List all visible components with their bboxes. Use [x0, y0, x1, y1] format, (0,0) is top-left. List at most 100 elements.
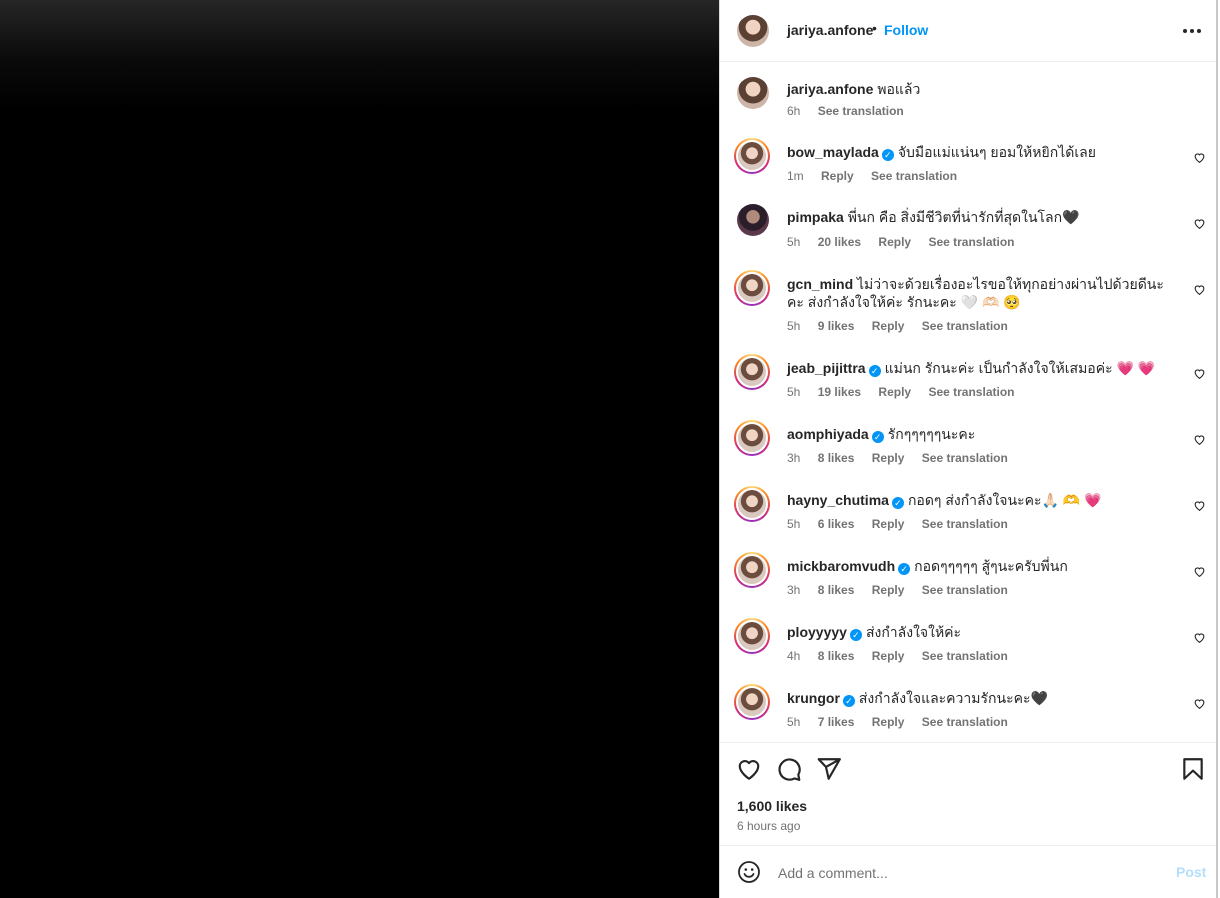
verified-badge-icon: ✓ — [871, 431, 884, 443]
comment-meta: 1m Reply See translation — [787, 169, 971, 183]
verified-badge-icon: ✓ — [849, 629, 862, 641]
comment-time: 3h — [787, 583, 801, 597]
like-comment-heart-icon[interactable] — [1193, 697, 1206, 710]
author-avatar[interactable] — [737, 15, 769, 47]
comment-bubble-icon[interactable] — [776, 756, 802, 782]
reply-button[interactable]: Reply — [872, 319, 905, 333]
like-comment-heart-icon[interactable] — [1193, 433, 1206, 446]
see-translation-link[interactable]: See translation — [922, 451, 1008, 465]
comment-text: ส่งกำลังใจและความรักนะคะ🖤 — [858, 690, 1048, 706]
comment-likes[interactable]: 9 likes — [818, 319, 855, 333]
author-username[interactable]: jariya.anfone — [787, 22, 873, 38]
emoji-icon[interactable] — [737, 860, 761, 884]
see-translation-link[interactable]: See translation — [922, 715, 1008, 729]
commenter-username[interactable]: mickbaromvudh — [787, 558, 895, 574]
comment-text: จับมือแม่แน่นๆ ยอมให้หยิกได้เลย — [897, 144, 1096, 160]
comment-likes[interactable]: 20 likes — [818, 235, 861, 249]
comment-likes[interactable]: 8 likes — [818, 451, 855, 465]
comment-meta: 3h 8 likes Reply See translation — [787, 583, 1022, 597]
comment-text: กอดๆ ส่งกำลังใจนะคะ🙏🏻 🫶 💗 — [907, 492, 1102, 508]
comment-text: กอดๆๆๆๆๆ สู้ๆนะครับพี่นก — [914, 558, 1068, 574]
see-translation-link[interactable]: See translation — [922, 649, 1008, 663]
caption-author-avatar[interactable] — [737, 77, 769, 109]
comment-text: รักๆๆๆๆๆนะคะ — [887, 426, 976, 442]
post-media[interactable] — [0, 0, 719, 898]
reply-button[interactable]: Reply — [821, 169, 854, 183]
verified-badge-icon: ✓ — [842, 695, 855, 707]
commenter-username[interactable]: ployyyyy — [787, 624, 847, 640]
like-comment-heart-icon[interactable] — [1193, 217, 1206, 230]
reply-button[interactable]: Reply — [878, 385, 911, 399]
post-side-panel: jariya.anfone • Follow jariya.anfone พอแ… — [719, 0, 1218, 898]
like-comment-heart-icon[interactable] — [1193, 631, 1206, 644]
comment-time: 1m — [787, 169, 804, 183]
comment-time: 5h — [787, 235, 801, 249]
caption-text: พอแล้ว — [877, 81, 921, 97]
comment-likes[interactable]: 8 likes — [818, 583, 855, 597]
reply-button[interactable]: Reply — [872, 649, 905, 663]
verified-badge-icon: ✓ — [868, 365, 881, 377]
reply-button[interactable]: Reply — [872, 517, 905, 531]
commenter-username[interactable]: aomphiyada — [787, 426, 869, 442]
commenter-username[interactable]: krungor — [787, 690, 840, 706]
comment-meta: 3h 8 likes Reply See translation — [787, 451, 1022, 465]
more-options-icon[interactable] — [1182, 22, 1202, 40]
commenter-username[interactable]: gcn_mind — [787, 276, 853, 292]
like-comment-heart-icon[interactable] — [1193, 283, 1206, 296]
commenter-avatar[interactable] — [734, 420, 770, 456]
separator-dot: • — [872, 20, 877, 36]
see-translation-link[interactable]: See translation — [922, 517, 1008, 531]
post-comment-button[interactable]: Post — [1176, 864, 1206, 880]
comment-meta: 5h 9 likes Reply See translation — [787, 319, 1022, 333]
commenter-avatar[interactable] — [734, 270, 770, 306]
comment-likes[interactable]: 8 likes — [818, 649, 855, 663]
commenter-username[interactable]: pimpaka — [787, 209, 844, 225]
see-translation-link[interactable]: See translation — [922, 319, 1008, 333]
see-translation-link[interactable]: See translation — [928, 385, 1014, 399]
comment-meta: 4h 8 likes Reply See translation — [787, 649, 1022, 663]
likes-count[interactable]: 1,600 likes — [737, 798, 807, 814]
commenter-avatar[interactable] — [734, 552, 770, 588]
see-translation-link[interactable]: See translation — [871, 169, 957, 183]
caption-time: 6h — [787, 104, 801, 118]
commenter-username[interactable]: bow_maylada — [787, 144, 879, 160]
comment-likes[interactable]: 19 likes — [818, 385, 861, 399]
like-comment-heart-icon[interactable] — [1193, 151, 1206, 164]
commenter-avatar[interactable] — [734, 138, 770, 174]
share-send-icon[interactable] — [816, 756, 842, 782]
like-comment-heart-icon[interactable] — [1193, 367, 1206, 380]
commenter-avatar[interactable] — [734, 684, 770, 720]
caption-author[interactable]: jariya.anfone — [787, 81, 873, 97]
reply-button[interactable]: Reply — [872, 715, 905, 729]
like-heart-icon[interactable] — [736, 756, 762, 782]
commenter-username[interactable]: hayny_chutima — [787, 492, 889, 508]
comment-time: 3h — [787, 451, 801, 465]
verified-badge-icon: ✓ — [891, 497, 904, 509]
comment-meta: 5h 6 likes Reply See translation — [787, 517, 1022, 531]
comment-time: 5h — [787, 517, 801, 531]
like-comment-heart-icon[interactable] — [1193, 565, 1206, 578]
see-translation-link[interactable]: See translation — [928, 235, 1014, 249]
reply-button[interactable]: Reply — [878, 235, 911, 249]
commenter-avatar[interactable] — [734, 618, 770, 654]
comment-likes[interactable]: 7 likes — [818, 715, 855, 729]
commenter-username[interactable]: jeab_pijittra — [787, 360, 866, 376]
see-translation-link[interactable]: See translation — [922, 583, 1008, 597]
commenter-avatar[interactable] — [734, 354, 770, 390]
comment-meta: 5h 19 likes Reply See translation — [787, 385, 1028, 399]
see-translation-link[interactable]: See translation — [818, 104, 904, 118]
comment-input[interactable] — [776, 862, 1170, 884]
verified-badge-icon: ✓ — [898, 563, 911, 575]
save-bookmark-icon[interactable] — [1180, 756, 1206, 782]
follow-button[interactable]: Follow — [884, 22, 928, 38]
commenter-avatar[interactable] — [737, 204, 769, 236]
add-comment-bar: Post — [720, 846, 1216, 898]
reply-button[interactable]: Reply — [872, 583, 905, 597]
reply-button[interactable]: Reply — [872, 451, 905, 465]
commenter-avatar[interactable] — [734, 486, 770, 522]
verified-badge-icon: ✓ — [881, 149, 894, 161]
comment-likes[interactable]: 6 likes — [818, 517, 855, 531]
comment-text: ส่งกำลังใจให้ค่ะ — [865, 624, 962, 640]
like-comment-heart-icon[interactable] — [1193, 499, 1206, 512]
comments-list[interactable]: jariya.anfone พอแล้ว 6h See translation … — [720, 62, 1216, 743]
